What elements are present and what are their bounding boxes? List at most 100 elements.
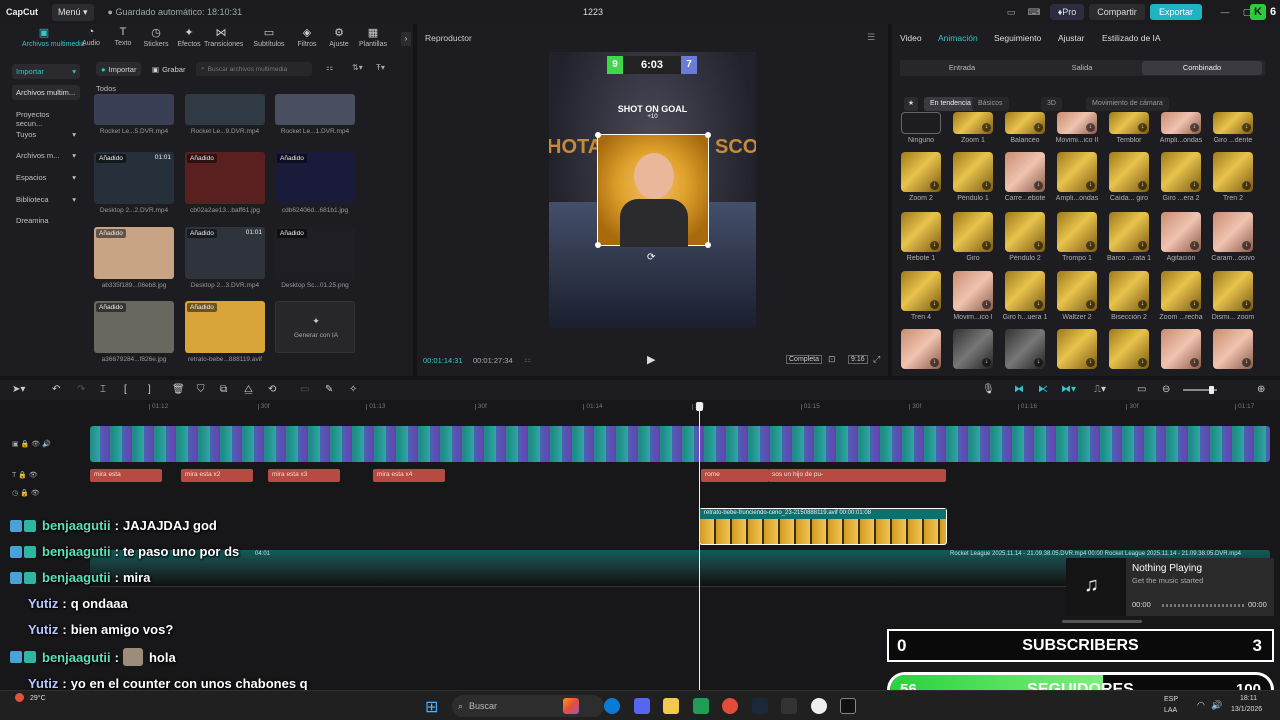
animation-preset[interactable]: ↓ (1005, 271, 1045, 311)
animation-preset[interactable]: ↓ (1005, 212, 1045, 252)
text-clip[interactable]: mira esta (90, 469, 162, 482)
magic-icon[interactable]: ✎ (325, 384, 333, 395)
aspect-ratio-button[interactable]: 9:16 (848, 355, 868, 364)
text-clip[interactable]: sos un hijo de pu- (768, 469, 946, 482)
export-button[interactable]: Exportar (1150, 4, 1202, 20)
weather-temp[interactable]: 29°C (30, 695, 46, 702)
timeline-scrollbar[interactable] (1062, 620, 1142, 623)
trim-left-icon[interactable]: [ (124, 384, 127, 395)
record-button[interactable]: ▣ Grabar (148, 62, 189, 76)
animation-preset[interactable]: ↓ (1213, 271, 1253, 311)
volume-icon[interactable]: 🔊 (1211, 700, 1222, 711)
split-icon[interactable]: ⌶ (100, 384, 106, 395)
main-video-clip[interactable] (90, 426, 1270, 462)
media-thumbnail[interactable]: Añadido 01:01 (94, 152, 174, 204)
favorites-star-icon[interactable]: ★ (904, 97, 918, 111)
zoom-slider[interactable] (1183, 386, 1217, 394)
capcut-icon[interactable] (840, 698, 856, 714)
player-menu-icon[interactable]: ☰ (867, 32, 875, 43)
lang-primary[interactable]: ESP (1164, 696, 1178, 703)
toolbar-tab-plantillas[interactable]: ▦ Plantillas (356, 26, 390, 48)
sidenav-item[interactable]: Archivos m... ▾ (12, 148, 80, 163)
wifi-icon[interactable]: ◠ (1197, 700, 1205, 711)
toolbar-tab-filtros[interactable]: ◈ Filtros (290, 26, 324, 48)
trim-right-icon[interactable]: ] (148, 384, 151, 395)
animation-preset[interactable]: ↓ (1213, 329, 1253, 369)
animation-preset[interactable]: ↓ (1005, 152, 1045, 192)
share-button[interactable]: Compartir (1089, 4, 1145, 20)
full-quality-button[interactable]: Completa (786, 355, 822, 364)
animation-preset[interactable]: ↓ (1213, 152, 1253, 192)
redo-icon[interactable]: ↷ (77, 384, 85, 395)
pro-button[interactable]: ♦ Pro (1050, 4, 1084, 20)
rotate-icon[interactable]: ⟲ (268, 384, 276, 395)
animation-preset[interactable]: ↓ (1109, 329, 1149, 369)
fullscreen-icon[interactable]: ⤢ (873, 354, 880, 365)
sort-icon[interactable]: ⇅▾ (352, 63, 363, 72)
animation-filter-chip[interactable]: Movimiento de cámara (1086, 97, 1169, 111)
animation-preset[interactable]: ↓ (953, 112, 993, 134)
undo-icon[interactable]: ↶ (52, 384, 60, 395)
media-thumbnail[interactable]: Añadido (275, 227, 355, 279)
toolbar-tab-subtítulos[interactable]: ▭ Subtítulos (252, 26, 286, 48)
zoom-out-icon[interactable]: ⊖ (1162, 384, 1170, 395)
crop-icon[interactable]: ⧉ (220, 384, 227, 395)
select-tool-icon[interactable]: ➤▾ (12, 384, 25, 395)
animation-preset[interactable]: ↓ (1109, 112, 1149, 134)
text-clip[interactable]: mira esta x4 (373, 469, 445, 482)
mirror-icon[interactable]: ⧋ (244, 384, 253, 395)
inspector-tab[interactable]: Estilizado de IA (1102, 33, 1161, 43)
media-thumbnail[interactable]: ✦ Generar con IA (275, 301, 355, 353)
epic-games-icon[interactable] (781, 698, 797, 714)
text-clip[interactable]: rome (701, 469, 769, 482)
animation-preset[interactable]: ↓ (901, 271, 941, 311)
inspector-tab[interactable]: Video (900, 33, 922, 43)
filter-icon[interactable]: Ŧ▾ (376, 63, 385, 72)
toolbar-tab-stickers[interactable]: ◷ Stickers (139, 26, 173, 48)
toolbar-tab-efectos[interactable]: ✦ Efectos (172, 26, 206, 48)
animation-preset[interactable]: ↓ (953, 329, 993, 369)
animation-preset[interactable]: ↓ (1057, 271, 1097, 311)
media-thumbnail[interactable] (185, 94, 265, 125)
excel-icon[interactable] (693, 698, 709, 714)
toolbar-tab-ajuste[interactable]: ⚙ Ajuste (322, 26, 356, 48)
media-thumbnail[interactable]: Añadido (94, 227, 174, 279)
animation-preset[interactable]: ↓ (953, 271, 993, 311)
media-thumbnail[interactable]: Añadido (94, 301, 174, 353)
menu-button[interactable]: Menú ▾ (52, 3, 94, 21)
import-button[interactable]: ● Importar (96, 62, 142, 76)
delete-icon[interactable]: 🗑 (172, 384, 185, 395)
animation-preset[interactable]: ↓ (1109, 271, 1149, 311)
shield-icon[interactable]: ⛉ (197, 384, 205, 395)
layout-icon[interactable]: ▭ (1003, 4, 1019, 20)
animation-preset[interactable]: ↓ (953, 212, 993, 252)
animation-preset[interactable]: ↓ (1161, 212, 1201, 252)
view-toggle-icon[interactable]: ⚏ (326, 63, 333, 72)
animation-subtab[interactable]: Entrada (902, 61, 1022, 75)
media-search-input[interactable]: ⌕ Buscar archivos multimedia (196, 62, 312, 76)
animation-preset[interactable]: ↓ (1005, 329, 1045, 369)
snap-icon[interactable]: ⧓▾ (1061, 384, 1076, 395)
media-thumbnail[interactable]: Añadido (185, 152, 265, 204)
toolbar-tab-audio[interactable]: ◔ Audio (74, 26, 108, 47)
chrome-icon[interactable] (722, 698, 738, 714)
animation-preset[interactable]: ↓ (1213, 112, 1253, 134)
discord-icon[interactable] (634, 698, 650, 714)
toolbar-tab-transiciones[interactable]: ⋈ Transiciones (204, 26, 243, 48)
animation-preset[interactable]: ↓ (1057, 212, 1097, 252)
sidenav-item[interactable]: Importar ▾ (12, 64, 80, 79)
toolbar-tab-texto[interactable]: T Texto (106, 26, 140, 47)
steam-icon[interactable] (752, 698, 768, 714)
animation-subtab[interactable]: Salida (1022, 61, 1142, 75)
animation-preset[interactable]: ↓ (901, 152, 941, 192)
media-thumbnail[interactable]: Añadido (275, 152, 355, 204)
inspector-tab[interactable]: Animación (938, 33, 978, 43)
caption-icon[interactable]: ▭ (1137, 384, 1146, 395)
snapshot-icon[interactable]: ⊡ (828, 354, 836, 365)
preview-axis-icon[interactable]: ⎍▾ (1094, 384, 1106, 395)
sidenav-item[interactable]: Dreamina (12, 213, 80, 228)
play-icon[interactable]: ▶ (647, 353, 655, 366)
app-icon[interactable] (811, 698, 827, 714)
resize-handle[interactable] (705, 242, 711, 248)
animation-preset[interactable]: ↓ (1161, 329, 1201, 369)
